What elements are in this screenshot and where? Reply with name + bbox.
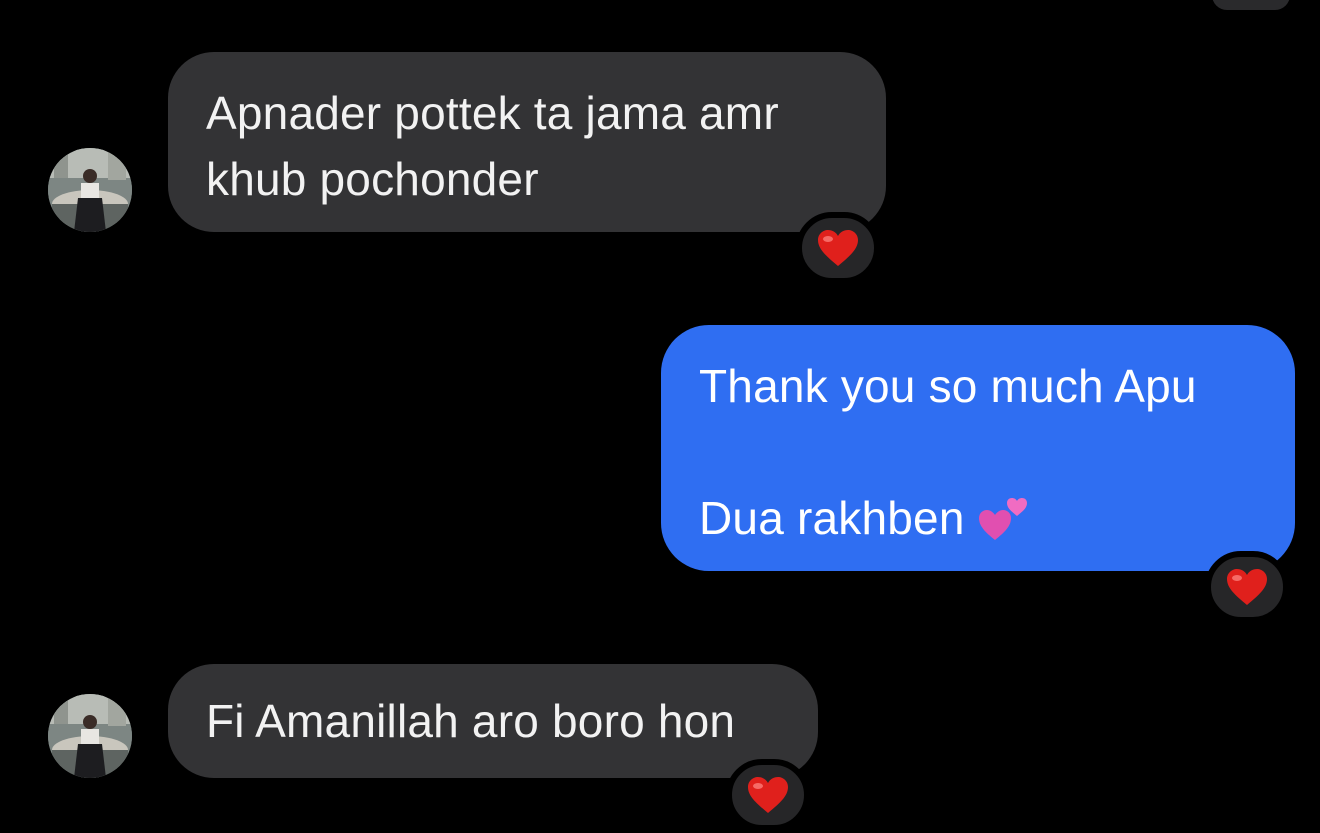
message-text-line: Apnader pottek ta jama amr [206,87,779,139]
reaction-pill[interactable] [726,759,810,831]
message-text-line-with-emoji: Dua rakhben [699,485,1295,565]
two-hearts-emoji-icon [973,488,1033,565]
message-text-line: Fi Amanillah aro boro hon [206,695,736,747]
heart-reaction-icon [816,228,860,268]
reaction-pill[interactable] [1205,551,1289,623]
message-text-blank-line [699,419,1295,485]
heart-reaction-icon [1225,567,1269,607]
heart-reaction-icon [746,775,790,815]
message-bubble-incoming[interactable]: Apnader pottek ta jama amr khub pochonde… [168,52,886,232]
message-text-line: Thank you so much Apu [699,360,1197,412]
message-text: Dua rakhben [699,492,965,544]
message-text-line: khub pochonder [206,153,539,205]
message-bubble-incoming[interactable]: Fi Amanillah aro boro hon [168,664,818,778]
reaction-pill[interactable] [796,212,880,284]
contact-avatar[interactable] [48,694,132,778]
reaction-pill-partial[interactable] [1212,0,1290,10]
contact-avatar[interactable] [48,148,132,232]
message-bubble-outgoing[interactable]: Thank you so much Apu Dua rakhben [661,325,1295,571]
